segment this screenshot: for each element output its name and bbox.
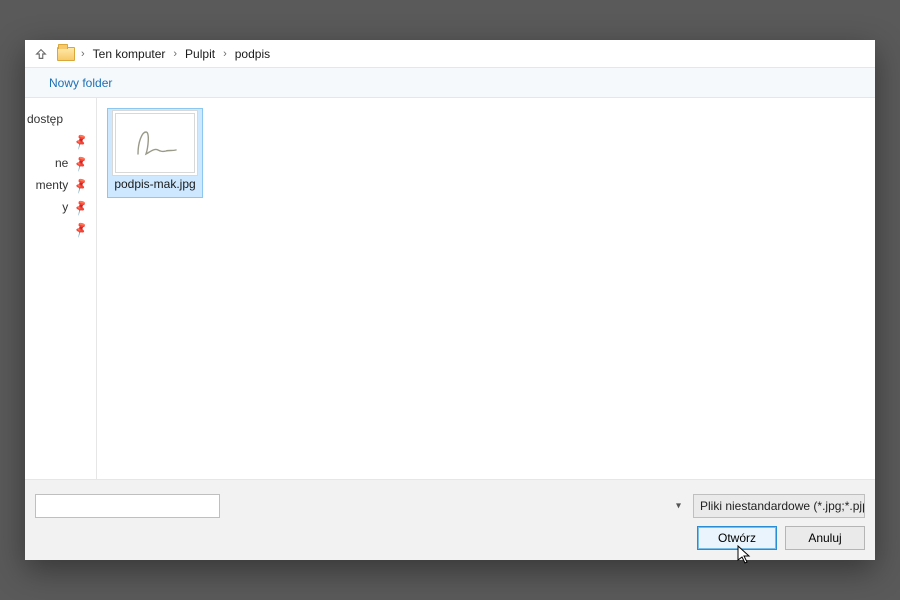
thumbnail-signature bbox=[115, 113, 195, 173]
cancel-button[interactable]: Anuluj bbox=[785, 526, 865, 550]
nav-item[interactable]: ne 📌 bbox=[25, 152, 92, 174]
pin-icon: 📌 bbox=[72, 198, 90, 216]
chevron-down-icon: ▾ bbox=[676, 501, 681, 512]
open-button[interactable]: Otwórz bbox=[697, 526, 777, 550]
filename-input[interactable] bbox=[35, 494, 220, 518]
file-type-filter[interactable]: Pliki niestandardowe (*.jpg;*.pjp ▾ bbox=[693, 494, 865, 518]
chevron-right-icon: › bbox=[223, 48, 227, 60]
dialog-footer: ▾ Pliki niestandardowe (*.jpg;*.pjp ▾ Ot… bbox=[25, 479, 875, 560]
breadcrumb-leaf[interactable]: podpis bbox=[231, 45, 274, 63]
pin-icon: 📌 bbox=[72, 132, 90, 150]
toolbar: Nowy folder bbox=[25, 68, 875, 98]
nav-item[interactable]: menty 📌 bbox=[25, 174, 92, 196]
folder-icon bbox=[57, 47, 75, 61]
breadcrumb-root[interactable]: Ten komputer bbox=[89, 45, 170, 63]
nav-item[interactable]: 📌 bbox=[25, 130, 92, 152]
pin-icon: 📌 bbox=[72, 154, 90, 172]
dialog-body: dostęp 📌 ne 📌 menty 📌 y 📌 📌 bbox=[25, 98, 875, 479]
file-list[interactable]: podpis-mak.jpg bbox=[97, 98, 875, 479]
navigation-pane[interactable]: dostęp 📌 ne 📌 menty 📌 y 📌 📌 bbox=[25, 98, 97, 479]
nav-item[interactable]: 📌 bbox=[25, 218, 92, 240]
chevron-right-icon: › bbox=[173, 48, 177, 60]
chevron-right-icon: › bbox=[81, 48, 85, 60]
file-name-label: podpis-mak.jpg bbox=[114, 177, 195, 191]
address-bar: › Ten komputer › Pulpit › podpis bbox=[25, 40, 875, 68]
filename-field-wrap: ▾ bbox=[35, 494, 685, 518]
breadcrumb-mid[interactable]: Pulpit bbox=[181, 45, 219, 63]
nav-quick-access[interactable]: dostęp bbox=[25, 108, 92, 130]
pin-icon: 📌 bbox=[72, 220, 90, 238]
breadcrumb: › Ten komputer › Pulpit › podpis bbox=[81, 45, 274, 63]
file-open-dialog: › Ten komputer › Pulpit › podpis Nowy fo… bbox=[25, 40, 875, 560]
pin-icon: 📌 bbox=[72, 176, 90, 194]
file-item-selected[interactable]: podpis-mak.jpg bbox=[107, 108, 203, 198]
nav-item[interactable]: y 📌 bbox=[25, 196, 92, 218]
up-one-level-button[interactable] bbox=[31, 44, 51, 64]
filter-label: Pliki niestandardowe (*.jpg;*.pjp bbox=[700, 499, 865, 513]
new-folder-button[interactable]: Nowy folder bbox=[49, 76, 112, 90]
